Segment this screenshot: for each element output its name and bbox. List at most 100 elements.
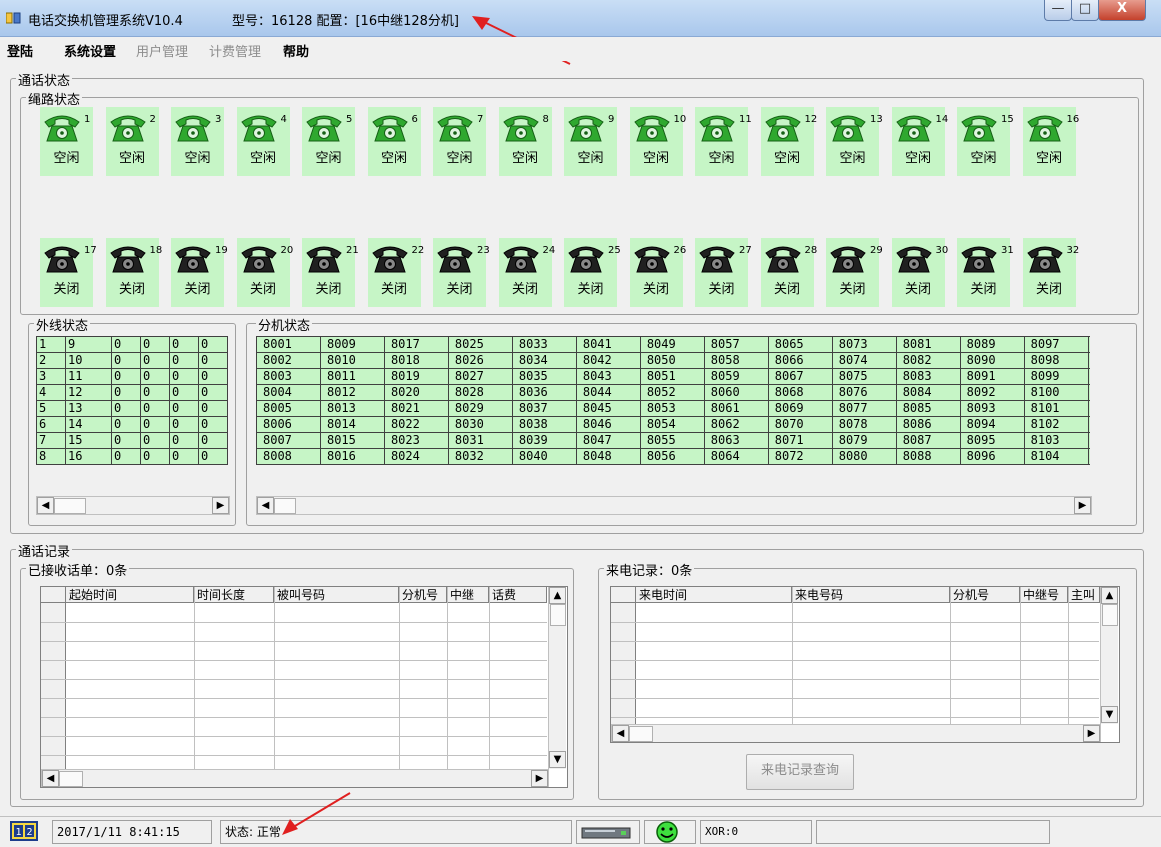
table-cell[interactable]: 8104 <box>1023 448 1089 465</box>
line-card[interactable]: 11 空闲 <box>695 107 752 176</box>
table-cell[interactable]: 8046 <box>575 416 641 433</box>
table-cell[interactable]: 8070 <box>767 416 833 433</box>
table-cell[interactable]: 8036 <box>511 384 577 401</box>
line-card[interactable]: 16 空闲 <box>1022 107 1079 176</box>
table-cell[interactable]: 8025 <box>447 336 513 353</box>
table-cell[interactable]: 8003 <box>256 368 321 385</box>
table-cell[interactable]: 8059 <box>703 368 769 385</box>
table-cell[interactable]: 8013 <box>319 400 385 417</box>
table-cell[interactable]: 8051 <box>639 368 705 385</box>
table-cell[interactable]: 8099 <box>1023 368 1089 385</box>
table-cell[interactable]: 8082 <box>895 352 961 369</box>
menu-user-management[interactable]: 用户管理 <box>136 41 188 60</box>
table-cell[interactable]: 8043 <box>575 368 641 385</box>
line-card[interactable]: 1 空闲 <box>40 107 93 176</box>
table-cell[interactable]: 8027 <box>447 368 513 385</box>
scroll-thumb[interactable] <box>59 771 83 787</box>
received-records-table[interactable]: 起始时间 时间长度 被叫号码 分机号 中继 话费 ▲ ▼ ◀ ▶ <box>40 586 568 788</box>
table-cell[interactable]: 8011 <box>319 368 385 385</box>
col-caller[interactable]: 主叫 <box>1068 587 1100 603</box>
table-cell[interactable]: 8103 <box>1023 432 1089 449</box>
table-cell[interactable]: 8 <box>1087 368 1090 385</box>
scroll-down-icon[interactable]: ▼ <box>549 751 566 768</box>
table-cell[interactable]: 8 <box>1087 448 1090 465</box>
line-card[interactable]: 23 关闭 <box>433 238 490 307</box>
table-cell[interactable]: 8005 <box>256 400 321 417</box>
table-cell[interactable]: 8 <box>1087 400 1090 417</box>
line-card[interactable]: 7 空闲 <box>433 107 486 176</box>
menu-login[interactable]: 登陆 <box>7 41 33 60</box>
table-cell[interactable]: 8006 <box>256 416 321 433</box>
maximize-button[interactable]: □ <box>1071 0 1099 21</box>
menu-billing-management[interactable]: 计费管理 <box>209 41 261 60</box>
col-incoming-number[interactable]: 来电号码 <box>792 587 950 603</box>
table-cell[interactable]: 8016 <box>319 448 385 465</box>
table-cell[interactable]: 8060 <box>703 384 769 401</box>
table-cell[interactable]: 8090 <box>959 352 1025 369</box>
line-card[interactable]: 5 空闲 <box>302 107 355 176</box>
received-hscrollbar[interactable]: ◀ ▶ <box>41 769 549 787</box>
line-card[interactable]: 4 空闲 <box>236 107 290 176</box>
incoming-hscrollbar[interactable]: ◀ ▶ <box>611 724 1101 742</box>
trunk-hscrollbar[interactable]: ◀ ▶ <box>36 496 230 515</box>
scroll-thumb[interactable] <box>54 498 86 514</box>
extension-hscrollbar[interactable]: ◀ ▶ <box>256 496 1092 515</box>
line-card[interactable]: 12 空闲 <box>760 107 817 176</box>
line-card[interactable]: 9 空闲 <box>564 107 617 176</box>
scroll-right-icon[interactable]: ▶ <box>531 770 548 787</box>
table-cell[interactable]: 8009 <box>319 336 385 353</box>
table-cell[interactable]: 8098 <box>1023 352 1089 369</box>
table-cell[interactable]: 8014 <box>319 416 385 433</box>
table-cell[interactable]: 8072 <box>767 448 833 465</box>
table-cell[interactable]: 8052 <box>639 384 705 401</box>
scroll-left-icon[interactable]: ◀ <box>37 497 54 514</box>
scroll-left-icon[interactable]: ◀ <box>257 497 274 514</box>
scroll-down-icon[interactable]: ▼ <box>1101 706 1118 723</box>
table-cell[interactable]: 8012 <box>319 384 385 401</box>
table-cell[interactable]: 8053 <box>639 400 705 417</box>
received-vscrollbar[interactable]: ▲ ▼ <box>548 587 566 769</box>
scroll-thumb[interactable] <box>550 604 566 626</box>
table-cell[interactable]: 8 <box>1087 384 1090 401</box>
line-card[interactable]: 13 空闲 <box>826 107 883 176</box>
table-cell[interactable]: 8035 <box>511 368 577 385</box>
table-cell[interactable]: 8034 <box>511 352 577 369</box>
table-cell[interactable]: 8071 <box>767 432 833 449</box>
table-cell[interactable]: 8084 <box>895 384 961 401</box>
line-card[interactable]: 18 关闭 <box>105 238 162 307</box>
table-cell[interactable]: 8032 <box>447 448 513 465</box>
scroll-thumb[interactable] <box>274 498 296 514</box>
line-card[interactable]: 22 关闭 <box>367 238 424 307</box>
col-incoming-time[interactable]: 来电时间 <box>636 587 792 603</box>
table-cell[interactable]: 8057 <box>703 336 769 353</box>
table-cell[interactable]: 8040 <box>511 448 577 465</box>
table-cell[interactable]: 8058 <box>703 352 769 369</box>
scroll-up-icon[interactable]: ▲ <box>1101 587 1118 604</box>
table-cell[interactable]: 8031 <box>447 432 513 449</box>
incoming-vscrollbar[interactable]: ▲ ▼ <box>1100 587 1118 724</box>
table-cell[interactable]: 8041 <box>575 336 641 353</box>
table-cell[interactable]: 8085 <box>895 400 961 417</box>
table-cell[interactable]: 8061 <box>703 400 769 417</box>
table-cell[interactable]: 8067 <box>767 368 833 385</box>
col-fee[interactable]: 话费 <box>489 587 547 603</box>
table-cell[interactable]: 8001 <box>256 336 321 353</box>
table-cell[interactable]: 8096 <box>959 448 1025 465</box>
col-called-number[interactable]: 被叫号码 <box>274 587 399 603</box>
table-cell[interactable]: 8026 <box>447 352 513 369</box>
table-cell[interactable]: 8004 <box>256 384 321 401</box>
table-cell[interactable]: 8077 <box>831 400 897 417</box>
table-cell[interactable]: 8054 <box>639 416 705 433</box>
table-cell[interactable]: 8094 <box>959 416 1025 433</box>
table-cell[interactable]: 8023 <box>383 432 449 449</box>
table-cell[interactable]: 8002 <box>256 352 321 369</box>
line-card[interactable]: 30 关闭 <box>891 238 948 307</box>
table-cell[interactable]: 8028 <box>447 384 513 401</box>
table-cell[interactable]: 8091 <box>959 368 1025 385</box>
line-card[interactable]: 14 空闲 <box>891 107 948 176</box>
col-extension[interactable]: 分机号 <box>950 587 1020 603</box>
minimize-button[interactable]: — <box>1044 0 1072 21</box>
line-card[interactable]: 28 关闭 <box>760 238 817 307</box>
table-cell[interactable]: 8044 <box>575 384 641 401</box>
table-cell[interactable]: 8089 <box>959 336 1025 353</box>
